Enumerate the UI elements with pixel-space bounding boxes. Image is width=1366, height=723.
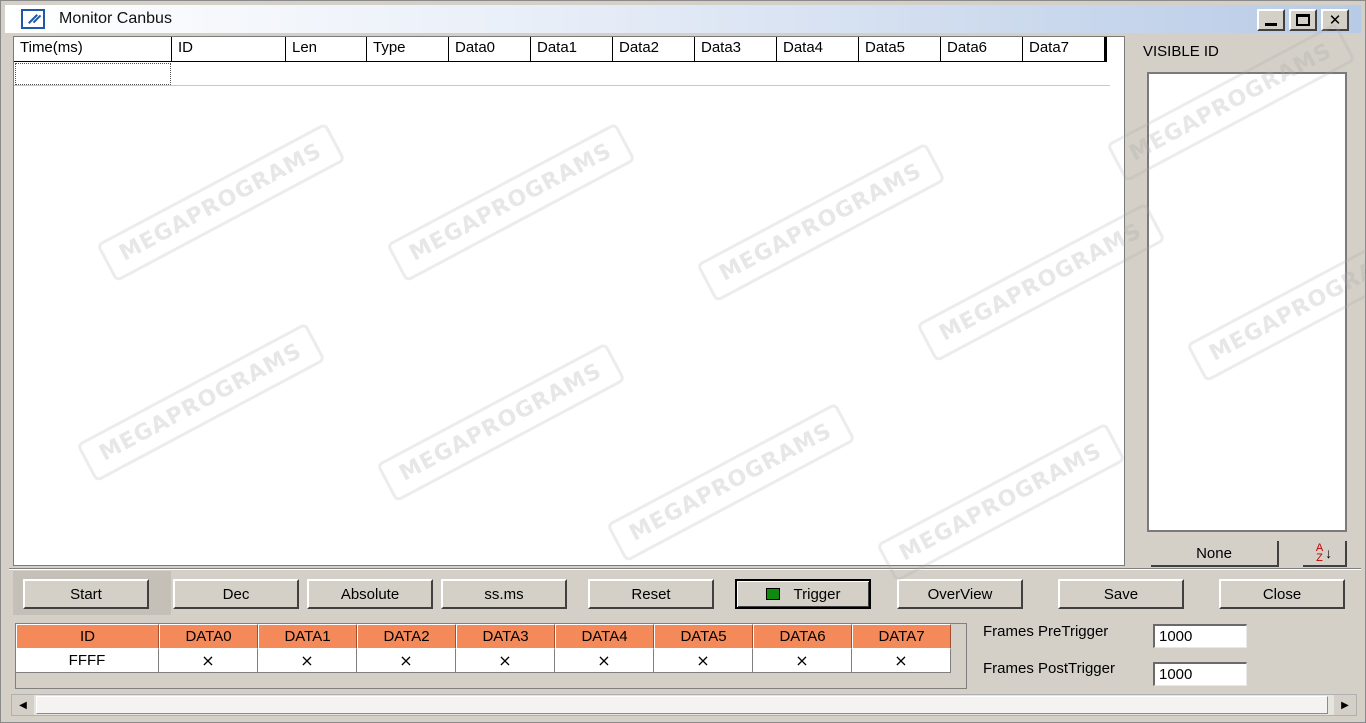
trigger-button[interactable]: Trigger <box>735 579 871 609</box>
sort-arrow-icon: ↓ <box>1325 545 1333 561</box>
trigger-header-cell: DATA0 <box>159 624 258 649</box>
trigger-data-cell[interactable]: × <box>654 649 753 673</box>
window-title: Monitor Canbus <box>59 10 172 27</box>
grid-column-header[interactable]: Data1 <box>531 37 613 61</box>
trigger-data-cell[interactable]: × <box>159 649 258 673</box>
trigger-table: ID DATA0 DATA1 DATA2 DATA3 DATA4 DATA5 D… <box>15 623 967 689</box>
grid-column-header[interactable]: Data7 <box>1023 37 1105 61</box>
trigger-data-cell[interactable]: × <box>456 649 555 673</box>
scrollbar-thumb[interactable] <box>36 696 1328 714</box>
trigger-data-cell[interactable]: × <box>852 649 951 673</box>
minimize-icon <box>1265 23 1277 26</box>
none-button[interactable]: None <box>1151 541 1279 567</box>
separator <box>9 568 1361 570</box>
frames-pretrigger-input[interactable] <box>1153 624 1247 648</box>
trigger-led-icon <box>765 588 780 600</box>
save-button[interactable]: Save <box>1058 579 1184 609</box>
trigger-table-header: ID DATA0 DATA1 DATA2 DATA3 DATA4 DATA5 D… <box>16 624 966 649</box>
can-frames-grid[interactable]: Time(ms) ID Len Type Data0 Data1 Data2 D… <box>13 36 1125 566</box>
trigger-header-cell: DATA3 <box>456 624 555 649</box>
minimize-button[interactable] <box>1257 9 1285 31</box>
trigger-header-cell: DATA4 <box>555 624 654 649</box>
trigger-label: Trigger <box>793 585 841 603</box>
sort-az-bottom: Z <box>1316 552 1323 564</box>
title-bar[interactable]: Monitor Canbus ✕ <box>5 5 1361 33</box>
grid-column-header[interactable]: Data3 <box>695 37 777 61</box>
monitor-canbus-window: Monitor Canbus ✕ Time(ms) ID Len Type Da… <box>0 0 1366 723</box>
visible-id-title: VISIBLE ID <box>1143 43 1219 60</box>
reset-button[interactable]: Reset <box>588 579 714 609</box>
start-button[interactable]: Start <box>23 579 149 609</box>
ssms-button[interactable]: ss.ms <box>441 579 567 609</box>
grid-column-header[interactable]: Time(ms) <box>14 37 172 61</box>
window-controls: ✕ <box>1257 9 1349 31</box>
trigger-header-cell: DATA2 <box>357 624 456 649</box>
trigger-data-cell[interactable]: × <box>753 649 852 673</box>
grid-column-header[interactable]: Data5 <box>859 37 941 61</box>
grid-header: Time(ms) ID Len Type Data0 Data1 Data2 D… <box>14 37 1107 62</box>
visible-id-panel: VISIBLE ID None A Z ↓ <box>1131 36 1361 568</box>
sort-az-icon: A Z <box>1316 543 1323 564</box>
scroll-right-icon[interactable]: ▶ <box>1334 695 1356 715</box>
maximize-icon <box>1296 14 1310 26</box>
close-icon: ✕ <box>1328 11 1342 29</box>
trigger-header-cell: DATA6 <box>753 624 852 649</box>
frames-pretrigger-label: Frames PreTrigger <box>983 623 1109 640</box>
visible-id-list[interactable] <box>1147 72 1347 532</box>
close-window-button[interactable]: ✕ <box>1321 9 1349 31</box>
trigger-header-cell: DATA7 <box>852 624 951 649</box>
trigger-data-cell[interactable]: × <box>555 649 654 673</box>
frames-posttrigger-label: Frames PostTrigger <box>983 660 1115 677</box>
trigger-header-cell: DATA1 <box>258 624 357 649</box>
scroll-left-icon[interactable]: ◀ <box>12 695 34 715</box>
dec-button[interactable]: Dec <box>173 579 299 609</box>
grid-focused-cell[interactable] <box>15 63 171 85</box>
grid-column-header[interactable]: Data4 <box>777 37 859 61</box>
app-icon <box>21 9 45 29</box>
absolute-button[interactable]: Absolute <box>307 579 433 609</box>
grid-column-header[interactable]: Data6 <box>941 37 1023 61</box>
trigger-header-cell: DATA5 <box>654 624 753 649</box>
frames-posttrigger-input[interactable] <box>1153 662 1247 686</box>
horizontal-scrollbar[interactable]: ◀ ▶ <box>11 694 1357 716</box>
sort-button[interactable]: A Z ↓ <box>1303 541 1347 567</box>
trigger-id-cell[interactable]: FFFF <box>16 649 159 673</box>
grid-column-header[interactable]: ID <box>172 37 286 61</box>
grid-column-header[interactable]: Data0 <box>449 37 531 61</box>
trigger-table-row: FFFF × × × × × × × × <box>16 649 966 673</box>
maximize-button[interactable] <box>1289 9 1317 31</box>
grid-column-header[interactable]: Type <box>367 37 449 61</box>
trigger-data-cell[interactable]: × <box>357 649 456 673</box>
close-button[interactable]: Close <box>1219 579 1345 609</box>
overview-button[interactable]: OverView <box>897 579 1023 609</box>
trigger-data-cell[interactable]: × <box>258 649 357 673</box>
grid-column-header[interactable]: Data2 <box>613 37 695 61</box>
grid-column-header[interactable]: Len <box>286 37 367 61</box>
grid-row[interactable] <box>14 62 1110 86</box>
trigger-header-cell: ID <box>16 624 159 649</box>
